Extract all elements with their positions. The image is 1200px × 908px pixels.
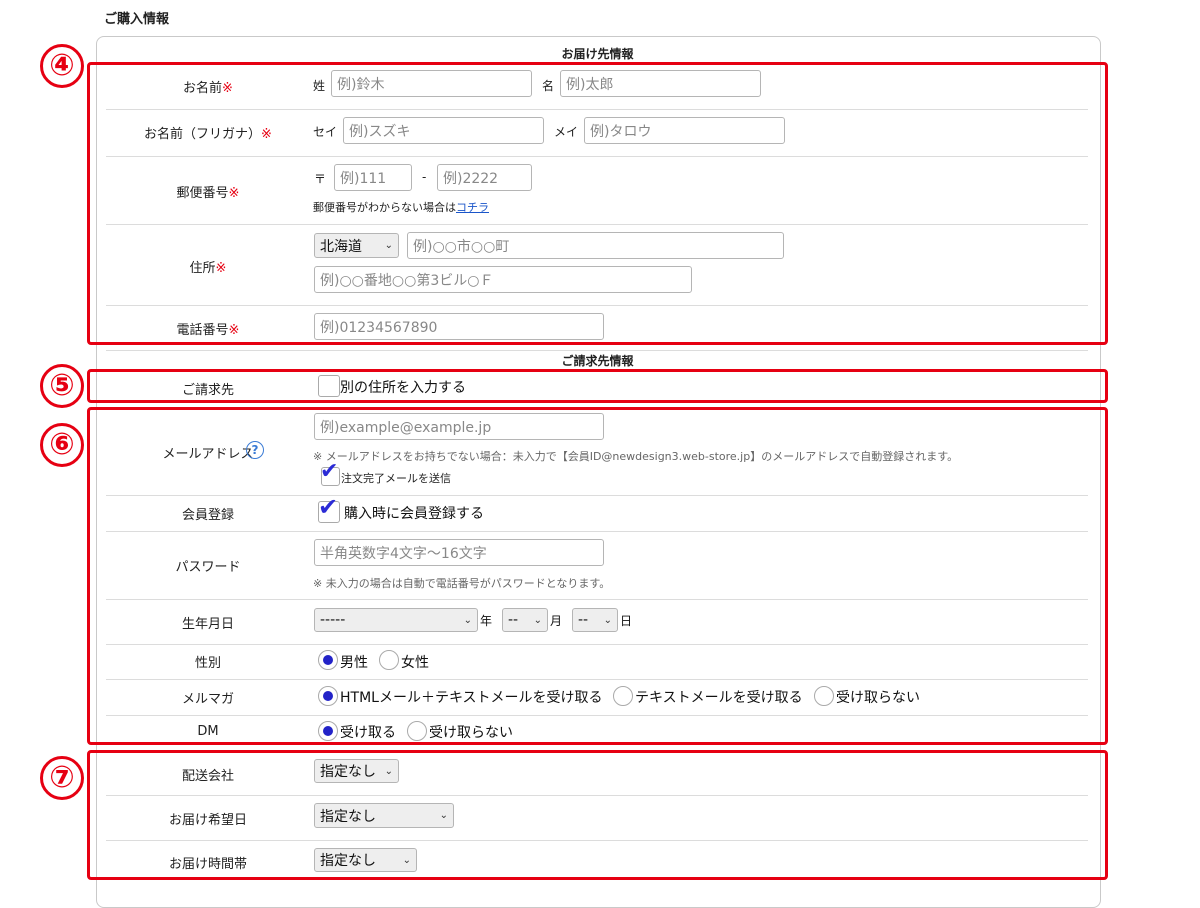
annotation-box-7 <box>87 750 1108 880</box>
annotation-box-4 <box>87 62 1108 345</box>
divider <box>106 350 1088 351</box>
billing-section-title: ご請求先情報 <box>561 354 634 368</box>
marker-4: ④ <box>40 44 84 88</box>
marker-7: ⑦ <box>40 756 84 800</box>
page-title: ご購入情報 <box>104 12 170 27</box>
marker-6: ⑥ <box>40 423 84 467</box>
annotation-box-6 <box>87 407 1108 745</box>
delivery-section-title: お届け先情報 <box>561 47 634 61</box>
annotation-box-5 <box>87 369 1108 403</box>
marker-5: ⑤ <box>40 364 84 408</box>
